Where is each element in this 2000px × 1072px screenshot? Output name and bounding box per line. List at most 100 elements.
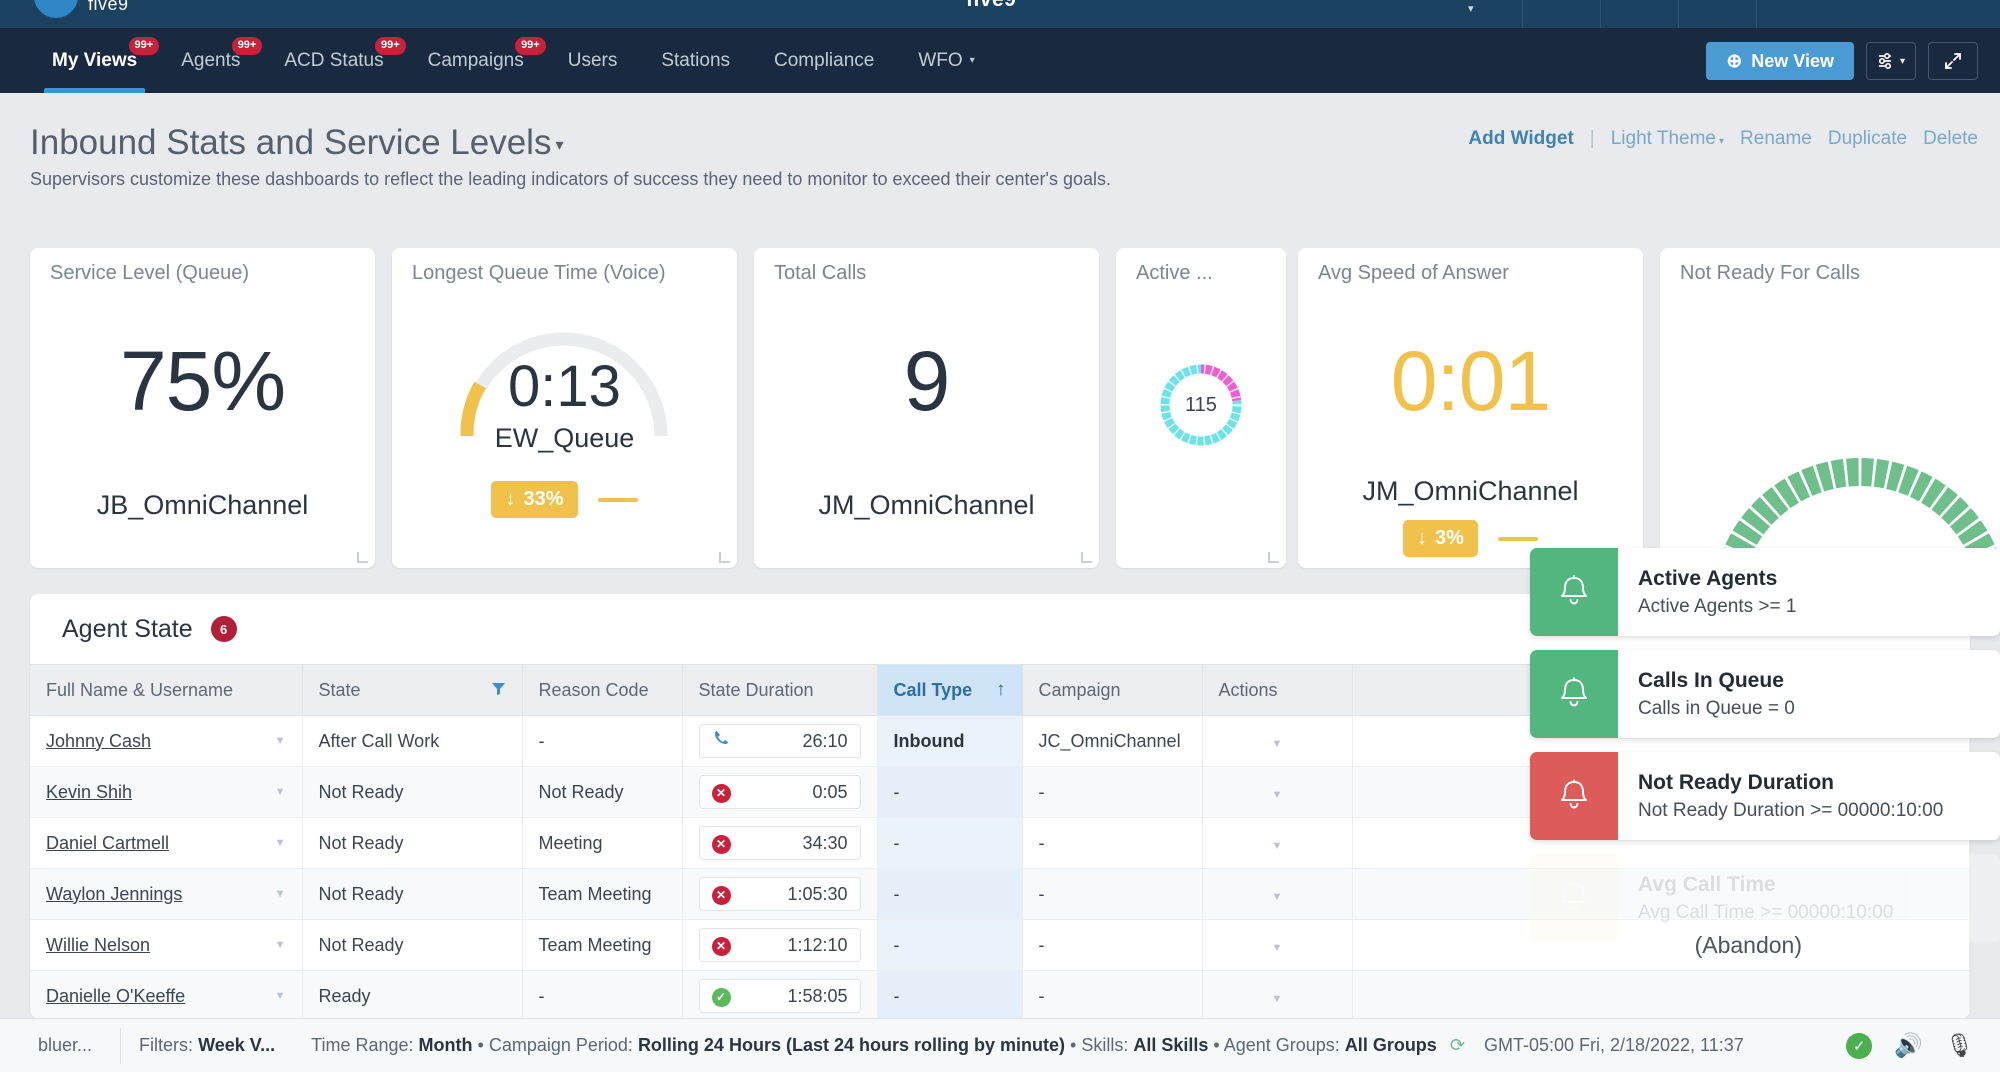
cell-actions[interactable]: ▼	[1202, 970, 1353, 1018]
nav-item-campaigns[interactable]: Campaigns 99+	[406, 28, 546, 93]
nav-items: My Views 99+ Agents 99+ ACD Status 99+ Campaig…	[30, 28, 997, 93]
column-header-reason-code[interactable]: Reason Code	[522, 664, 683, 716]
error-icon: ✕	[711, 832, 731, 854]
column-header-state[interactable]: State	[302, 664, 523, 716]
new-view-label: New View	[1751, 50, 1834, 71]
nav-item-stations[interactable]: Stations	[639, 28, 752, 93]
error-icon: ✕	[711, 934, 731, 956]
column-header-label: Actions	[1218, 679, 1278, 700]
theme-selector[interactable]: Light Theme ▾	[1611, 128, 1724, 150]
widget-total-calls[interactable]: Total Calls 9 JM_OmniChannel	[754, 248, 1099, 568]
column-header-state-duration[interactable]: State Duration	[682, 664, 878, 716]
widget-avg-speed-of-answer[interactable]: Avg Speed of Answer 0:01 JM_OmniChannel …	[1298, 248, 1643, 568]
column-header-actions[interactable]: Actions	[1202, 664, 1353, 716]
agent-name-link[interactable]: Daniel Cartmell	[46, 833, 169, 854]
alert-title: Not Ready Duration	[1638, 770, 1835, 794]
status-params: Time Range: Month • Campaign Period: Rol…	[293, 1035, 1762, 1056]
sort-asc-icon[interactable]: ↑	[996, 679, 1006, 701]
agent-name-link[interactable]: Kevin Shih	[46, 782, 132, 803]
cell-actions[interactable]: ▼	[1202, 766, 1353, 818]
cell-call-type: -	[877, 919, 1023, 971]
agent-name-link[interactable]: Waylon Jennings	[46, 884, 182, 905]
sliders-icon[interactable]: ▾	[1866, 42, 1916, 80]
column-header-campaign[interactable]: Campaign	[1022, 664, 1203, 716]
refresh-icon[interactable]: ⟳	[1450, 1035, 1465, 1055]
brand-divider	[1522, 0, 1523, 28]
widget-service-level-queue[interactable]: Service Level (Queue) 75% JB_OmniChannel	[30, 248, 375, 568]
cell-reason-code: -	[522, 970, 683, 1018]
chevron-down-icon[interactable]: ▾	[555, 137, 563, 154]
resize-handle[interactable]	[1081, 552, 1092, 563]
chevron-down-icon[interactable]: ▼	[1272, 840, 1283, 852]
agent-name-link[interactable]: Danielle O'Keeffe	[46, 986, 185, 1007]
duplicate-link[interactable]: Duplicate	[1828, 128, 1907, 150]
chevron-down-icon[interactable]: ▼	[1272, 789, 1283, 801]
widget-title: Total Calls	[774, 262, 867, 284]
cell-actions[interactable]: ▼	[1202, 919, 1353, 971]
chevron-down-icon[interactable]: ▼	[1272, 993, 1283, 1005]
alert-body: Calls In Queue Calls in Queue = 0	[1618, 650, 1815, 738]
duration-value: 26:10	[802, 730, 848, 751]
time-range-value: Month	[418, 1035, 473, 1055]
cell-actions[interactable]: ▼	[1202, 715, 1353, 767]
page-title[interactable]: Inbound Stats and Service Levels ▾	[30, 123, 563, 163]
time-range-label: Time Range:	[311, 1035, 414, 1055]
bell-icon	[1530, 548, 1618, 636]
cell-actions[interactable]: ▼	[1202, 868, 1353, 920]
chevron-down-icon[interactable]: ▼	[275, 786, 286, 798]
cell-state-duration: ✕ 1:12:10	[682, 919, 878, 971]
rename-link[interactable]: Rename	[1740, 128, 1812, 150]
filter-icon[interactable]	[491, 680, 506, 701]
chevron-down-icon[interactable]: ▼	[1272, 891, 1283, 903]
cell-state: Ready	[302, 970, 523, 1018]
status-user[interactable]: bluer...	[0, 1035, 120, 1056]
chevron-down-icon[interactable]: ▼	[275, 888, 286, 900]
microphone-icon[interactable]: 🎙	[1945, 1032, 1974, 1059]
nav-item-label: Agents	[181, 49, 241, 71]
chevron-down-icon[interactable]: ▼	[1272, 738, 1283, 750]
chevron-down-icon[interactable]: ▼	[275, 837, 286, 849]
widget-row: Service Level (Queue) 75% JB_OmniChannel…	[0, 248, 2000, 576]
cell-reason-code: Meeting	[522, 817, 683, 869]
nav-item-wfo[interactable]: WFO ▾	[896, 28, 996, 93]
widget-active-agents[interactable]: Active ... 115	[1116, 248, 1286, 568]
resize-handle[interactable]	[357, 552, 368, 563]
abandon-label: (Abandon)	[1694, 932, 1802, 958]
alert-card[interactable]: Active Agents Active Agents >= 1	[1530, 548, 2000, 636]
table-row[interactable]: Danielle O'Keeffe ▼ Ready - ✓ 1:58:05- - ▼	[30, 970, 1970, 1018]
column-header-call-type[interactable]: Call Type ↑	[877, 664, 1023, 716]
delete-link[interactable]: Delete	[1923, 128, 1978, 150]
nav-item-users[interactable]: Users	[546, 28, 640, 93]
expand-icon[interactable]	[1928, 42, 1978, 80]
column-header-full-name-username[interactable]: Full Name & Username	[30, 664, 303, 716]
alert-card[interactable]: Avg Call Time Avg Call Time >= 00000:10:0…	[1530, 854, 2000, 942]
add-widget-link[interactable]: Add Widget	[1468, 128, 1573, 150]
campaign-period-label: Campaign Period:	[488, 1035, 633, 1055]
nav-item-acd-status[interactable]: ACD Status 99+	[262, 28, 406, 93]
agent-name-link[interactable]: Willie Nelson	[46, 935, 150, 956]
resize-handle[interactable]	[1268, 552, 1279, 563]
cell-actions[interactable]: ▼	[1202, 817, 1353, 869]
chevron-down-icon[interactable]: ▼	[275, 939, 286, 951]
chevron-down-icon[interactable]: ▼	[275, 735, 286, 747]
new-view-button[interactable]: ⊕ New View	[1706, 42, 1854, 80]
widget-longest-queue-time[interactable]: Longest Queue Time (Voice) 0:13 EW_Queue…	[392, 248, 737, 568]
trend-badge: ↓ 3%	[1403, 520, 1478, 557]
nav-item-agents[interactable]: Agents 99+	[159, 28, 263, 93]
chevron-down-icon[interactable]: ▼	[1272, 942, 1283, 954]
nav-item-my-views[interactable]: My Views 99+	[30, 28, 160, 93]
chevron-down-icon[interactable]: ▼	[275, 990, 286, 1002]
bell-icon	[1530, 854, 1618, 942]
agent-name-link[interactable]: Johnny Cash	[46, 731, 151, 752]
alert-card[interactable]: Calls In Queue Calls in Queue = 0	[1530, 650, 2000, 738]
nav-item-compliance[interactable]: Compliance	[752, 28, 896, 93]
speaker-icon[interactable]: 🔊	[1894, 1032, 1923, 1059]
resize-handle[interactable]	[719, 552, 730, 563]
check-circle-icon[interactable]: ✓	[1846, 1032, 1873, 1059]
chevron-down-icon[interactable]: ▾	[1468, 2, 1474, 15]
widget-not-ready-for-calls[interactable]: Not Ready For Calls	[1660, 248, 2000, 568]
chevron-down-icon: ▾	[1719, 136, 1725, 147]
cell-campaign: JC_OmniChannel	[1022, 715, 1203, 767]
alert-card[interactable]: Not Ready Duration Not Ready Duration >= …	[1530, 752, 2000, 840]
status-filters[interactable]: Filters: Week V...	[121, 1035, 293, 1056]
